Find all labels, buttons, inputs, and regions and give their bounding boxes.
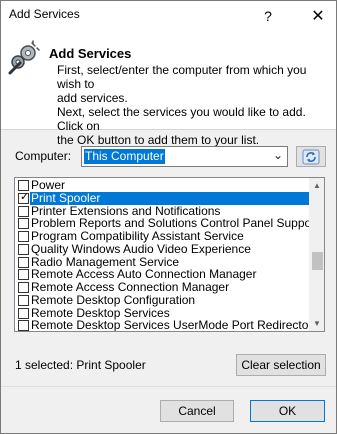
service-list-item[interactable]: Quality Windows Audio Video Experience	[15, 241, 309, 256]
footer-divider	[1, 386, 336, 387]
service-checkbox[interactable]	[18, 256, 29, 268]
service-list-item[interactable]: ✓ Print Spooler	[15, 190, 309, 205]
refresh-button[interactable]	[296, 146, 326, 167]
service-checkbox[interactable]	[18, 243, 29, 255]
service-checkbox[interactable]	[18, 269, 29, 281]
service-checkbox[interactable]	[18, 282, 29, 293]
service-checkbox[interactable]	[18, 320, 29, 331]
description-line: the OK button to add them to your list.	[57, 133, 260, 147]
title-bar: Add Services ? ✕	[1, 1, 336, 30]
service-label: Remote Desktop Services UserMode Port Re…	[31, 318, 313, 332]
description-line: First, select/enter the computer from wh…	[57, 63, 307, 91]
service-list-item[interactable]: Remote Desktop Configuration	[15, 292, 309, 307]
service-label: Remote Desktop Configuration	[31, 292, 196, 307]
service-checkbox[interactable]	[18, 218, 29, 230]
refresh-icon	[302, 149, 320, 164]
help-button[interactable]: ?	[253, 1, 283, 30]
service-checkbox[interactable]	[18, 307, 29, 319]
window-title: Add Services	[9, 7, 80, 21]
add-services-dialog: Add Services ? ✕ Add Services First, sel…	[0, 0, 337, 434]
services-list[interactable]: Power ✓ Print Spooler Printer Extensions an…	[14, 177, 325, 332]
service-checkbox[interactable]	[18, 205, 29, 217]
service-label: Print Spooler	[30, 191, 309, 205]
computer-value[interactable]: This Computer	[84, 149, 165, 164]
service-label: Quality Windows Audio Video Experience	[31, 241, 251, 256]
checkmark-icon: ✓	[20, 190, 30, 203]
dialog-header: Add Services First, select/enter the com…	[1, 30, 336, 147]
scroll-down-icon[interactable]: ▼	[309, 316, 324, 331]
cancel-button[interactable]: Cancel	[160, 400, 234, 422]
service-checkbox[interactable]	[18, 231, 29, 242]
description-line: Next, select the services you would like…	[57, 105, 306, 133]
close-button[interactable]: ✕	[303, 1, 333, 30]
ok-button[interactable]: OK	[250, 400, 325, 422]
selection-status: 1 selected: Print Spooler	[15, 358, 146, 372]
scrollbar-thumb[interactable]	[312, 252, 323, 270]
service-checkbox[interactable]: ✓	[18, 190, 30, 204]
service-list-item[interactable]: Remote Desktop Services UserMode Port Re…	[15, 318, 313, 332]
vertical-scrollbar[interactable]: ▲ ▼	[309, 178, 324, 331]
header-description: First, select/enter the computer from wh…	[57, 63, 333, 147]
clear-selection-button[interactable]: Clear selection	[236, 354, 326, 376]
computer-combobox[interactable]: This Computer ⌄	[81, 146, 288, 167]
description-line: add services.	[57, 91, 128, 105]
header-title: Add Services	[49, 46, 132, 61]
computer-label: Computer:	[15, 149, 72, 163]
scroll-up-icon[interactable]: ▲	[309, 178, 324, 193]
service-checkbox[interactable]	[18, 294, 29, 306]
chevron-down-icon[interactable]: ⌄	[273, 148, 283, 162]
service-checkbox[interactable]	[18, 180, 29, 191]
services-gear-icon	[8, 40, 40, 75]
